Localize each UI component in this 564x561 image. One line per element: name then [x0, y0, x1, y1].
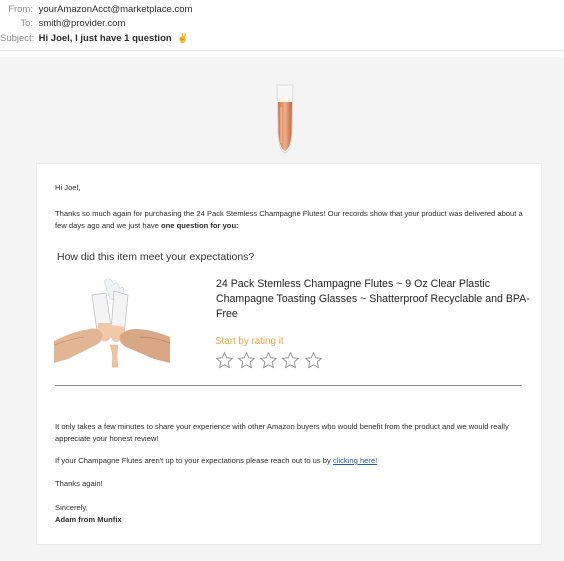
to-value: smith@provider.com	[38, 18, 126, 29]
star-2-icon[interactable]	[237, 351, 256, 370]
star-1-icon[interactable]	[215, 351, 234, 370]
intro-text: Thanks so much again for purchasing the …	[55, 209, 523, 230]
signoff-text: Sincerely,	[55, 503, 88, 512]
star-rating[interactable]	[215, 351, 324, 371]
greeting: Hi Joel,	[55, 183, 81, 192]
contact-link[interactable]: clicking here!	[333, 456, 377, 465]
hand-wave-icon: ✌	[177, 33, 189, 43]
star-5-icon[interactable]	[304, 351, 323, 370]
intro-bold: one question for you:	[160, 221, 239, 230]
email-card: Hi Joel, Thanks so much again for purcha…	[36, 163, 542, 545]
thanks-text: Thanks again!	[55, 479, 103, 488]
toast-photo	[54, 275, 170, 371]
from-value: yourAmazonAcct@marketplace.com	[38, 4, 193, 15]
to-row: To: smith@provider.com	[0, 17, 125, 31]
subject-label: Subject:	[0, 33, 35, 44]
star-4-icon[interactable]	[281, 351, 300, 370]
support-text: If your Champagne Flutes aren't up to yo…	[55, 456, 331, 465]
star-3-icon[interactable]	[259, 351, 278, 370]
email-header: From: yourAmazonAcct@marketplace.com To:…	[0, 0, 564, 51]
to-label: To:	[20, 18, 33, 29]
from-label: From:	[8, 4, 33, 15]
support-paragraph: If your Champagne Flutes aren't up to yo…	[55, 455, 525, 467]
subject-value: Hi Joel, I just have 1 question	[38, 33, 172, 44]
review-paragraph: It only takes a few minutes to share you…	[55, 422, 509, 443]
section-divider	[55, 385, 522, 386]
question-heading: How did this item meet your expectations…	[57, 251, 255, 263]
from-row: From: yourAmazonAcct@marketplace.com	[0, 3, 192, 17]
champagne-flute-image	[276, 84, 294, 154]
intro-paragraph: Thanks so much again for purchasing the …	[55, 208, 525, 232]
product-title[interactable]: 24 Pack Stemless Champagne Flutes ~ 9 Oz…	[216, 277, 538, 322]
subject-row: Subject: Hi Joel, I just have 1 question…	[0, 31, 189, 45]
rate-prompt: Start by rating it	[215, 336, 284, 347]
signature-text: Adam from Munfix	[55, 515, 122, 524]
